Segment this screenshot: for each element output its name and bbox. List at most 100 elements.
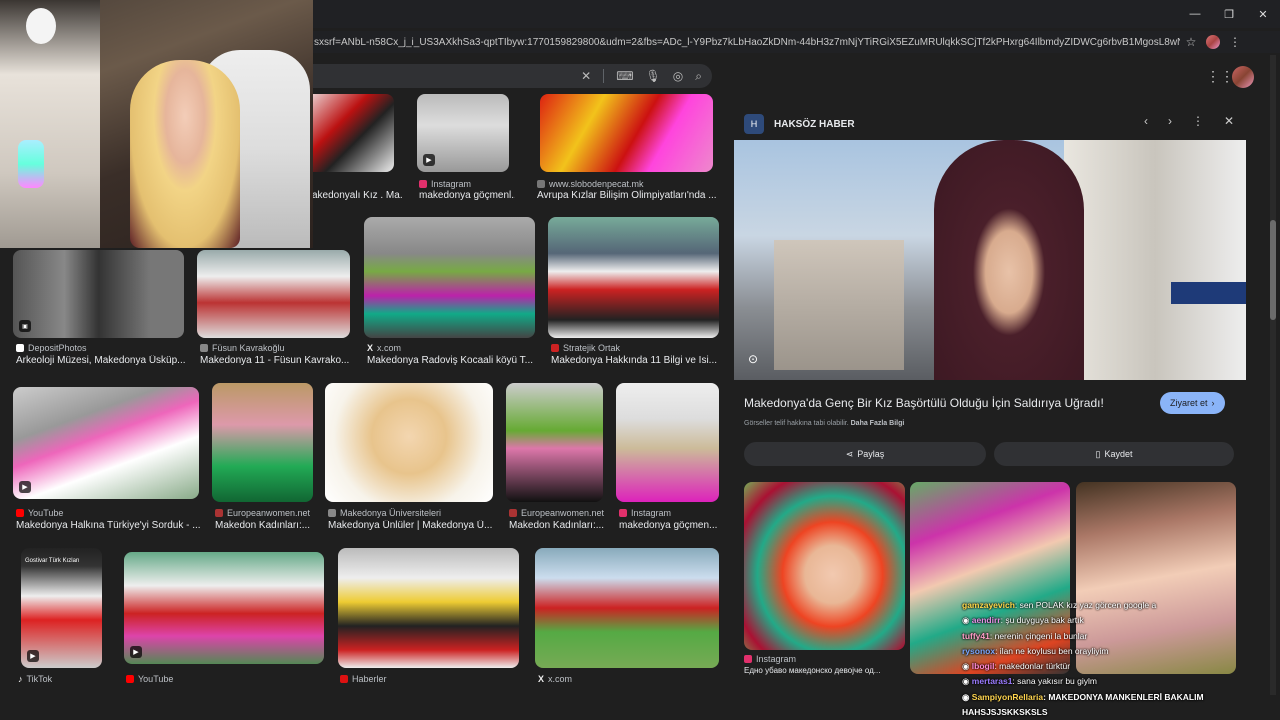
result-image[interactable]: ▣ (13, 250, 184, 338)
maximize-button[interactable]: ❐ (1212, 0, 1246, 28)
chat-text: : sana yakısır bu giylm (1012, 676, 1097, 687)
window-controls: — ❐ ✕ (1178, 0, 1280, 28)
stream-chat: gamzayevich: sen POLAK kız yaz görcen go… (962, 598, 1280, 720)
preview-image[interactable]: ⊙ (734, 140, 1246, 380)
copyright-text: Görseller telif hakkına tabi olabilir. (744, 420, 849, 427)
learn-more-link[interactable]: Daha Fazla Bilgi (851, 420, 905, 427)
tiktok-icon: ♪ (18, 674, 23, 684)
result-image[interactable]: ▶ (124, 552, 324, 664)
site-icon (551, 344, 559, 352)
chat-message-continued: HAHSJSJSKKSKSLS (962, 707, 1048, 718)
chat-badge-icon: ◉ (962, 691, 972, 702)
profile-avatar[interactable] (1202, 31, 1224, 53)
result-image[interactable]: Gostivar Türk Kızları ▶ (21, 548, 102, 668)
result-title[interactable]: Makedonya Hakkında 11 Bilgi ve İsi... (551, 355, 721, 366)
youtube-icon (16, 509, 24, 517)
close-window-button[interactable]: ✕ (1246, 0, 1280, 28)
previous-icon[interactable]: ‹ (1144, 114, 1148, 128)
minimize-button[interactable]: — (1178, 0, 1212, 28)
result-title[interactable]: makedonya göçmenl... (419, 190, 515, 201)
search-input[interactable]: ✕ ⌨ 🎙 ◎ ⌕ (300, 64, 712, 88)
result-source: Instagram (419, 179, 471, 189)
chat-username: tuffy41 (962, 630, 990, 641)
related-source: Instagram (744, 654, 796, 664)
next-icon[interactable]: › (1168, 114, 1172, 128)
keyboard-icon[interactable]: ⌨ (616, 69, 633, 83)
result-image[interactable] (506, 383, 603, 502)
result-image[interactable] (197, 250, 350, 338)
chat-message: ◉ mertaras1: sana yakısır bu giylm (962, 674, 1280, 689)
source-logo: H (744, 114, 764, 134)
result-image[interactable] (325, 383, 493, 502)
preview-title[interactable]: Makedonya'da Genç Bir Kız Başörtülü Oldu… (744, 396, 1104, 410)
chat-username: rysonox (962, 645, 996, 656)
site-icon (509, 509, 517, 517)
result-title[interactable]: Makedonya 11 - Füsun Kavrako... (200, 355, 352, 366)
result-title[interactable]: Avrupa Kızlar Bilişim Olimpiyatları'nda … (537, 190, 717, 201)
rgb-lamp (18, 140, 44, 188)
lens-search-icon[interactable]: ⊙ (748, 352, 758, 366)
result-title[interactable]: akedonyalı Kız . Ma... (312, 190, 402, 201)
bookmark-star-icon[interactable]: ☆ (1180, 31, 1202, 53)
chat-text: : makedonlar türktür (994, 661, 1071, 672)
streamer (130, 60, 240, 248)
x-icon: X (367, 343, 374, 353)
url-text[interactable]: sxsrf=ANbL-n58Cx_j_i_US3AXkhSa3-qptTIbyw… (300, 37, 1180, 48)
result-source: DepositPhotos (16, 343, 87, 353)
address-bar[interactable]: sxsrf=ANbL-n58Cx_j_i_US3AXkhSa3-qptTIbyw… (300, 31, 1280, 53)
save-button[interactable]: ▯ Kaydet (994, 442, 1234, 466)
share-button[interactable]: ⋖ Paylaş (744, 442, 986, 466)
image-badge-icon: ▣ (19, 320, 31, 332)
copyright-note: Görseller telif hakkına tabi olabilir. D… (744, 420, 904, 427)
clear-search-icon[interactable]: ✕ (581, 69, 591, 83)
visit-label: Ziyaret et (1170, 398, 1208, 408)
related-title[interactable]: Едно убаво македонско девојче од... (744, 666, 904, 675)
result-image[interactable] (540, 94, 713, 172)
save-label: Kaydet (1104, 449, 1133, 459)
result-source: YouTube (126, 674, 173, 684)
result-image[interactable] (535, 548, 719, 668)
result-title[interactable]: Makedon Kadınları:... (215, 520, 315, 531)
share-label: Paylaş (857, 449, 885, 459)
haberler-icon (340, 675, 348, 683)
chat-username: lbogil (971, 661, 995, 672)
lens-icon[interactable]: ◎ (673, 69, 683, 83)
account-avatar[interactable] (1232, 66, 1254, 88)
microphone-icon[interactable]: 🎙 (646, 69, 661, 83)
chat-username: aendirr (971, 615, 1001, 626)
result-source: Haberler (340, 674, 387, 684)
more-options-icon[interactable]: ⋮ (1192, 114, 1204, 128)
chat-badge-icon: ◉ (962, 661, 972, 672)
result-image[interactable] (548, 217, 719, 338)
chat-message: tuffy41: nerenin çingeni la bunlar (962, 629, 1280, 644)
chat-text: : MAKEDONYA MANKENLERİ BAKALIM (1043, 691, 1204, 702)
related-image[interactable] (744, 482, 905, 650)
chat-message: ◉ aendirr: şu duyguya bak artık (962, 613, 1280, 628)
result-image[interactable] (338, 548, 519, 668)
result-title[interactable]: Makedonya Halkına Türkiye'yi Sorduk - ..… (16, 520, 202, 531)
result-image[interactable] (300, 94, 394, 172)
result-title[interactable]: Arkeoloji Müzesi, Makedonya Üsküp... (16, 355, 186, 366)
result-source: Stratejik Ortak (551, 343, 620, 353)
result-title[interactable]: Makedonya Ünlüler | Makedonya Ü... (328, 520, 496, 531)
thumb-banner-text: Gostivar Türk Kızları (25, 558, 80, 564)
result-image[interactable] (212, 383, 313, 502)
source-name[interactable]: HAKSÖZ HABER (774, 119, 855, 130)
result-image[interactable] (364, 217, 535, 338)
result-title[interactable]: makedonya göçmen... (619, 520, 719, 531)
result-source: Xx.com (538, 674, 573, 684)
result-title[interactable]: Makedonya Radoviş Kocaali köyü T... (367, 355, 537, 366)
result-image[interactable]: ▶ (13, 387, 199, 499)
chat-username: mertaras1 (971, 676, 1013, 687)
scroll-thumb[interactable] (1270, 220, 1276, 320)
depositphotos-icon (16, 344, 24, 352)
result-image[interactable]: ▶ (417, 94, 509, 172)
close-icon[interactable]: ✕ (1224, 114, 1234, 128)
visit-button[interactable]: Ziyaret et › (1160, 392, 1225, 414)
menu-dots-icon[interactable]: ⋮ (1224, 31, 1246, 53)
result-source: www.slobodenpecat.mk (537, 179, 644, 189)
video-play-icon: ▶ (27, 650, 39, 662)
search-icon[interactable]: ⌕ (695, 69, 702, 84)
result-image[interactable] (616, 383, 719, 502)
result-title[interactable]: Makedon Kadınları:... (509, 520, 607, 531)
